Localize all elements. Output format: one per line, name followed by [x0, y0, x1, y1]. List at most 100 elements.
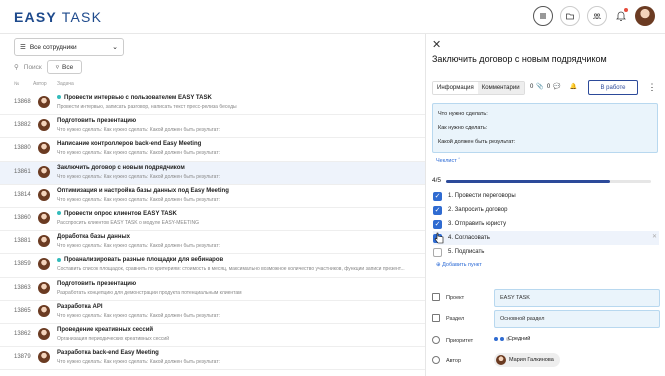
- close-icon[interactable]: ✕: [432, 38, 441, 51]
- author-avatar: [38, 327, 50, 340]
- priority-field[interactable]: Приоритет Средний: [432, 332, 658, 352]
- col-task: Задача: [57, 81, 74, 87]
- table-row[interactable]: 13880 Написание контроллеров back-end Eas…: [0, 138, 425, 162]
- checklist-progress-bar: [446, 180, 651, 183]
- task-number: 13863: [14, 284, 31, 291]
- checklist-item[interactable]: ✓ 1. Провести переговоры: [433, 189, 659, 203]
- task-title: Провести интервью с пользователем EASY T…: [57, 95, 212, 101]
- author-avatar: [38, 165, 50, 178]
- search-icon: ⚲: [14, 64, 19, 71]
- table-row[interactable]: 13882 Подготовить презентацию Что нужно сд…: [0, 115, 425, 139]
- table-row[interactable]: 13860 Провести опрос клиентов EASY TASK Ра…: [0, 208, 425, 232]
- table-row[interactable]: 13814 Оптимизация и настройка базы данных…: [0, 185, 425, 208]
- task-description: Что нужно сделать: Как нужно сделать: Ка…: [57, 150, 220, 157]
- desc-line: Как нужно сделать:: [438, 125, 488, 131]
- table-row[interactable]: 13863 Подготовить презентацию Разработать …: [0, 278, 425, 301]
- project-value[interactable]: EASY TASK: [494, 289, 660, 307]
- section-icon: [432, 314, 440, 322]
- checkbox[interactable]: ✓: [433, 205, 442, 215]
- tab-comments[interactable]: Комментарии: [477, 82, 524, 94]
- more-options-icon[interactable]: ⋮: [646, 80, 658, 95]
- table-row[interactable]: 13859 Проанализировать разные площадки дл…: [0, 254, 425, 278]
- task-description: Что нужно сделать: Как нужно сделать: Ка…: [57, 312, 220, 319]
- task-description: Составить список площадок, сравнить по к…: [57, 266, 405, 273]
- detail-tabs: Информация Комментарии: [432, 81, 525, 95]
- checklist-item-label: 2. Запросить договор: [448, 207, 508, 213]
- checklist-item-label: 4. Согласовать: [448, 235, 490, 241]
- task-number: 13879: [14, 354, 31, 361]
- table-row[interactable]: 13862 Проведение креативных сессий Организ…: [0, 324, 425, 348]
- add-checklist-item-button[interactable]: ⊕ Добавить пункт: [436, 262, 482, 268]
- description-box[interactable]: Что нужно сделать: Как нужно сделать: Ка…: [432, 103, 658, 153]
- project-label: Проект: [446, 295, 465, 301]
- tab-info[interactable]: Информация: [433, 82, 478, 94]
- progress-fill: [446, 180, 610, 183]
- counters: 0 📎 0 💬 🔔: [530, 83, 577, 91]
- table-row[interactable]: 13881 Доработка базы данных Что нужно сдел…: [0, 231, 425, 255]
- author-avatar: [38, 142, 50, 155]
- status-button[interactable]: В работе: [588, 80, 638, 95]
- author-field: Автор Мария Галкинова: [432, 352, 658, 372]
- checklist: ✓ 1. Провести переговоры ✓ 2. Запросить дог…: [433, 189, 659, 259]
- table-row[interactable]: 13861 Заключить договор с новым подрядчик…: [0, 161, 425, 185]
- task-number: 13881: [14, 238, 31, 245]
- status-dot: [57, 211, 61, 216]
- bell-icon[interactable]: 🔔: [570, 83, 577, 90]
- task-title[interactable]: Заключить договор с новым подрядчиком: [432, 54, 607, 64]
- checklist-item[interactable]: ✓4. Согласовать: [433, 231, 659, 245]
- task-title: Написание контроллеров back-end Easy Mee…: [57, 141, 202, 148]
- task-number: 13814: [14, 191, 31, 198]
- author-avatar: [38, 119, 50, 132]
- task-number: 13880: [14, 145, 31, 152]
- checkbox[interactable]: ✓: [433, 219, 442, 229]
- employees-select[interactable]: ☰ Все сотрудники ⌄: [14, 38, 124, 56]
- section-value[interactable]: Основной раздел: [494, 310, 660, 328]
- paperclip-icon[interactable]: 📎: [536, 83, 543, 90]
- author-name: Мария Галкинова: [509, 357, 554, 363]
- author-avatar: [38, 235, 50, 248]
- table-row[interactable]: 13865 Разработка API Что нужно сделать: Ка…: [0, 301, 425, 324]
- attach-count: 0: [530, 83, 534, 90]
- team-icon[interactable]: [587, 6, 607, 26]
- folder-icon: [432, 293, 440, 301]
- folder-icon[interactable]: [560, 6, 580, 26]
- filter-label: Все: [62, 63, 74, 71]
- task-description: Что нужно сделать: Как нужно сделать: Ка…: [57, 359, 220, 366]
- task-number: 13868: [14, 99, 31, 105]
- comment-icon[interactable]: 💬: [553, 83, 560, 90]
- comment-count: 0: [546, 83, 551, 90]
- checklist-item[interactable]: 5. Подписать: [433, 245, 659, 259]
- task-description: Провести интервью, записать разговор, на…: [57, 104, 237, 110]
- task-rows: 13868 Провести интервью с пользователем E…: [0, 92, 425, 371]
- checkbox[interactable]: [433, 247, 442, 257]
- user-avatar[interactable]: [635, 6, 655, 26]
- checklist-item[interactable]: ✓ 2. Запросить договор: [433, 203, 659, 217]
- task-description: Что нужно сделать: Как нужно сделать: Ка…: [57, 173, 220, 180]
- checkbox[interactable]: ✓: [433, 191, 442, 201]
- table-row[interactable]: 13868 Провести интервью с пользователем E…: [0, 92, 425, 116]
- task-description: Что нужно сделать: Как нужно сделать: Ка…: [57, 127, 220, 134]
- hand-cursor-icon: [434, 232, 444, 244]
- author-chip[interactable]: Мария Галкинова: [494, 353, 560, 367]
- table-row[interactable]: 13879 Разработка back-end Easy Meeting Что…: [0, 347, 425, 371]
- task-description: Расспросить клиентов EASY TASK о модуле …: [57, 219, 199, 226]
- project-field: Проект EASY TASK: [432, 289, 660, 309]
- task-number: 13859: [14, 261, 31, 268]
- author-avatar: [38, 304, 50, 317]
- author-avatar: [38, 351, 50, 364]
- task-description: Что нужно сделать: Как нужно сделать: Ка…: [57, 196, 220, 203]
- filter-button[interactable]: ▿ Все: [46, 60, 83, 74]
- search-input[interactable]: Поиск: [24, 64, 42, 71]
- task-description: Разработать концепцию для демонстрации п…: [57, 289, 242, 296]
- checklist-toggle[interactable]: Чеклист ˆ: [436, 158, 460, 164]
- remove-item-icon[interactable]: ✕: [652, 233, 657, 240]
- menu-icon[interactable]: [533, 6, 553, 26]
- priority-icon: [432, 336, 440, 344]
- checklist-item[interactable]: ✓ 3. Отправить юристу: [433, 217, 659, 231]
- bell-icon[interactable]: [614, 8, 628, 24]
- top-bar-icons: [533, 6, 655, 26]
- task-title: Проведение креативных сессий: [57, 326, 154, 333]
- app-logo[interactable]: EASY TASK: [14, 9, 102, 25]
- author-avatar: [496, 355, 506, 365]
- author-avatar: [38, 281, 50, 294]
